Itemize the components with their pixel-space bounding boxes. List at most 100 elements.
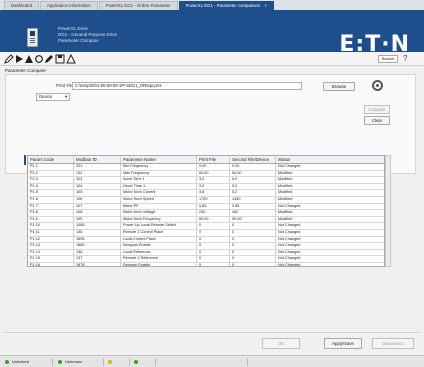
table-cell: P1.5 (28, 190, 74, 196)
column-header[interactable]: Param Code (28, 156, 74, 163)
edit-icon[interactable] (4, 54, 14, 64)
table-row[interactable]: P1.6 106 Motor Nom Speed 1720 1440 Modified (28, 196, 384, 204)
tab-close-icon[interactable]: × (264, 3, 267, 8)
status-warning (106, 358, 130, 366)
table-cell: Not Changed (278, 229, 301, 234)
table-cell: 1695 (74, 236, 121, 243)
save-icon[interactable] (55, 54, 65, 64)
table-cell: 0.00 (197, 164, 230, 170)
table-cell: 50.00 (230, 170, 276, 177)
table-cell: 0 (197, 223, 230, 229)
table-cell: P1.14 (28, 249, 74, 256)
table-cell: Not Changed (278, 256, 301, 261)
table-cell: P1.1 (28, 164, 74, 170)
table-cell: Power Up Local Remote Select (121, 223, 197, 229)
tab-online-parameter[interactable]: PowerXL DG1 - Online Parameter (98, 1, 178, 10)
table-row[interactable]: P1.7 107 Motor PF 0.85 0.85 Not Changed (28, 203, 384, 211)
print-file-field[interactable]: C:\temp\DG1-00-00-00-1P-mDG1_ORtopr.prnt (72, 82, 302, 90)
table-cell: Not Changed (278, 236, 301, 241)
table-cell: Not Changed (278, 164, 301, 168)
table-cell: P1.6 (28, 196, 74, 203)
settings-gear-icon[interactable] (372, 80, 383, 91)
table-cell: P1.3 (28, 177, 74, 183)
table-cell: 0 (230, 229, 276, 236)
table-row[interactable]: P1.16 1678 Reverse Enable 0 0 Not Changed (28, 262, 384, 266)
table-cell: Remote 1 Control Place (121, 229, 197, 236)
tab-parameter-comparison[interactable]: PowerXL DG1 - Parameter comparison × (178, 1, 274, 10)
table-cell: Accel Time 1 (121, 177, 197, 183)
table-row[interactable]: P1.15 137 Remote 1 Reference 0 0 Not Changed (28, 256, 384, 263)
status-ready (132, 358, 156, 366)
column-header[interactable]: Status (276, 156, 376, 163)
column-header[interactable]: Modbus ID (74, 156, 121, 163)
chevron-down-icon: ▾ (64, 94, 67, 99)
table-cell: 1720 (197, 196, 230, 203)
table-cell: 0 (230, 249, 276, 256)
table-cell: Not Changed (278, 223, 301, 228)
tab-dashboard[interactable]: Dashboard (4, 1, 40, 10)
grid-scrollbar[interactable] (385, 155, 391, 267)
table-cell: P1.7 (28, 203, 74, 210)
device-select[interactable]: Device ▾ (36, 93, 70, 101)
device-select-value: Device (39, 94, 53, 99)
refresh-icon[interactable] (34, 54, 44, 64)
table-row[interactable]: P1.12 1695 Local Control Place 0 0 Not Change… (28, 236, 384, 244)
apply-save-button[interactable]: Apply/Save (324, 338, 362, 349)
toolbar: Search ? (0, 52, 424, 66)
status-indicator-icon (5, 359, 9, 364)
table-row[interactable]: P1.13 1685 Kkeypad Enable 0 0 Not Changed (28, 243, 384, 250)
clear-button[interactable]: Clear (364, 116, 390, 125)
table-cell: P1.12 (28, 236, 74, 243)
disconnect-button[interactable]: Disconnect (372, 338, 414, 349)
table-row[interactable]: P1.9 109 Motor Nom Frequency 60.00 50.00 Modi… (28, 216, 384, 224)
table-cell: Max Frequency (121, 170, 197, 177)
play-icon[interactable] (14, 54, 24, 64)
table-cell: 5.0 (230, 177, 276, 183)
table-cell: Motor Nom Speed (121, 196, 197, 203)
table-row[interactable]: P1.4 104 Decel Time 1 3.0 5.0 Modified (28, 183, 384, 191)
ok-button[interactable]: OK (262, 338, 300, 349)
table-cell: 0 (197, 262, 230, 266)
table-cell: 137 (74, 256, 121, 262)
table-cell: 107 (74, 203, 121, 210)
table-row[interactable]: P1.1 101 Min Frequency 0.00 0.00 Not Changed (28, 164, 384, 171)
help-icon[interactable]: ? (403, 54, 417, 64)
drive-device-icon (27, 28, 38, 47)
column-header[interactable]: Parameter Name (121, 156, 197, 163)
table-cell: 0 (230, 223, 276, 229)
table-row[interactable]: P1.14 136 Local Reference 0 0 Not Changed (28, 249, 384, 257)
table-cell: 1440 (230, 196, 276, 203)
table-cell: 3.0 (197, 183, 230, 190)
table-cell: Modified (278, 190, 293, 195)
table-cell: 0 (197, 256, 230, 262)
table-cell: Motor PF (121, 203, 197, 210)
tab-application-information[interactable]: Application Information (40, 1, 98, 10)
header-page-title: Parameter Compare (58, 38, 99, 43)
table-cell: P1.8 (28, 210, 74, 216)
table-cell: Modified (278, 183, 293, 188)
table-cell: 108 (74, 210, 121, 216)
table-cell: Modified (278, 170, 293, 175)
parameter-grid[interactable]: Param Code Modbus ID Parameter Name Prin… (27, 155, 385, 267)
table-row[interactable]: P1.3 103 Accel Time 1 3.0 5.0 Modified (28, 177, 384, 184)
grid-body: P1.1 101 Min Frequency 0.00 0.00 Not Changed P… (28, 164, 384, 266)
browse-button[interactable]: Browse (323, 82, 355, 91)
table-row[interactable]: P1.5 105 Motor Nom Current 4.8 5.2 Modified (28, 190, 384, 197)
app-header: PowerXL Drive DG1 - General Purpose Driv… (0, 10, 424, 57)
table-cell: 1678 (74, 262, 121, 266)
column-header[interactable]: Print File (197, 156, 230, 163)
table-cell: P1.2 (28, 170, 74, 177)
compare-button[interactable]: Compare (364, 105, 390, 114)
alert-icon[interactable] (66, 53, 76, 64)
warning-icon[interactable] (24, 54, 34, 64)
compare-edit-icon[interactable] (44, 54, 54, 64)
table-cell: P1.16 (28, 262, 74, 266)
table-row[interactable]: P1.2 102 Max Frequency 60.00 50.00 Modified (28, 170, 384, 178)
table-cell: 4.8 (197, 190, 230, 196)
table-cell: 60.00 (197, 216, 230, 223)
column-header[interactable]: Second File/Device (230, 156, 276, 163)
table-row[interactable]: P1.10 1088 Power Up Local Remote Select 0 0 N… (28, 223, 384, 230)
search-button[interactable]: Search (378, 55, 398, 63)
table-row[interactable]: P1.11 135 Remote 1 Control Place 0 0 Not Chan… (28, 229, 384, 237)
table-row[interactable]: P1.8 108 Motor Nom Voltage 230 400 Modified (28, 210, 384, 217)
